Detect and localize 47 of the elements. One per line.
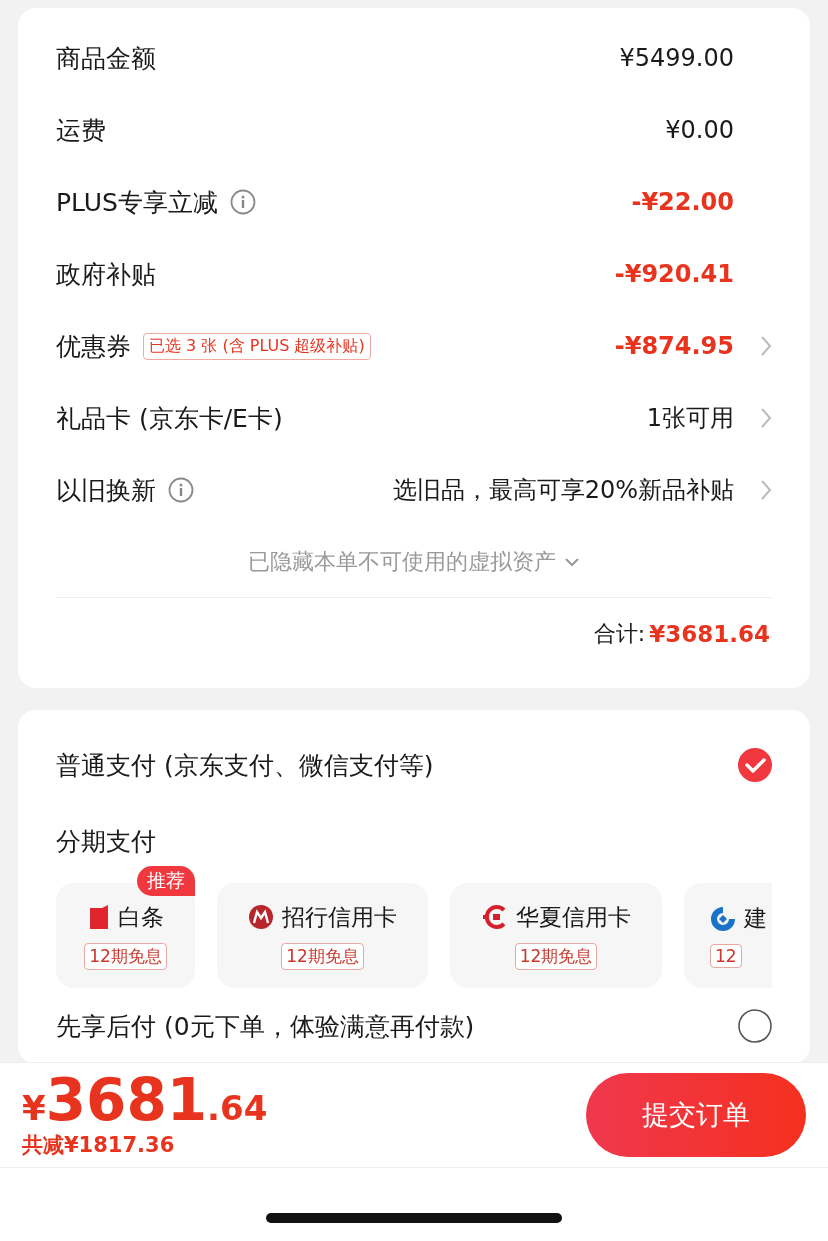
checked-radio[interactable]: [738, 748, 772, 782]
interest-free-tag: 12期免息: [281, 942, 364, 970]
section-title: 分期支付: [56, 825, 156, 858]
info-icon[interactable]: [229, 189, 256, 215]
chevron-icon[interactable]: [760, 479, 772, 501]
row-label: 商品金额: [56, 42, 156, 75]
installment-option[interactable]: 招行信用卡 12期免息: [217, 883, 428, 988]
chevron-down-icon[interactable]: [564, 556, 580, 567]
row-value: ¥5499.00: [619, 44, 734, 72]
discount-amount: -¥22.00: [631, 188, 734, 216]
row-value[interactable]: 1张可用: [646, 402, 734, 434]
coupon-tag: 已选 3 张 (含 PLUS 超级补贴): [143, 332, 371, 360]
payment-option[interactable]: 普通支付 (京东支付、微信支付等): [56, 748, 434, 782]
payment-option[interactable]: 先享后付 (0元下单，体验满意再付款): [56, 1009, 475, 1043]
card-icon: [87, 904, 110, 930]
plan-name: 建: [744, 904, 767, 933]
interest-free-tag: 12: [710, 944, 742, 968]
chevron-icon[interactable]: [760, 407, 772, 429]
installment-option[interactable]: 华夏信用卡 12期免息: [450, 883, 662, 988]
total-price: ¥3681.64: [22, 1071, 268, 1129]
row-value: ¥0.00: [665, 116, 734, 144]
bank-logo-icon: [481, 904, 508, 930]
plan-name: 白条: [117, 902, 164, 932]
total-amount: ¥3681.64: [649, 621, 770, 647]
info-icon[interactable]: [168, 477, 194, 503]
installment-option[interactable]: 建 12: [684, 883, 772, 988]
row-label: 政府补贴: [56, 258, 156, 291]
discount-amount[interactable]: -¥874.95: [614, 332, 734, 360]
chevron-icon[interactable]: [760, 335, 772, 357]
interest-free-tag: 12期免息: [84, 942, 167, 970]
row-label: PLUS专享立减: [56, 186, 218, 219]
row-value[interactable]: 选旧品，最高可享20%新品补贴: [392, 474, 734, 506]
total-label: 合计:: [593, 620, 646, 648]
recommend-badge: 推荐: [137, 866, 195, 896]
plan-name: 招行信用卡: [282, 902, 397, 932]
row-label: 礼品卡 (京东卡/E卡): [56, 402, 283, 435]
radio-button[interactable]: [738, 1009, 772, 1043]
plan-name: 华夏信用卡: [515, 902, 631, 932]
discount-amount: -¥920.41: [614, 260, 734, 288]
savings-text: 共减¥1817.36: [22, 1132, 176, 1159]
submit-order-button[interactable]: 提交订单: [586, 1073, 806, 1157]
interest-free-tag: 12期免息: [514, 942, 598, 970]
bank-logo-icon: [248, 904, 274, 930]
row-label: 运费: [56, 114, 106, 147]
bank-logo-icon: [710, 905, 736, 932]
row-label: 以旧换新: [56, 474, 156, 507]
row-label: 优惠券: [56, 330, 131, 363]
